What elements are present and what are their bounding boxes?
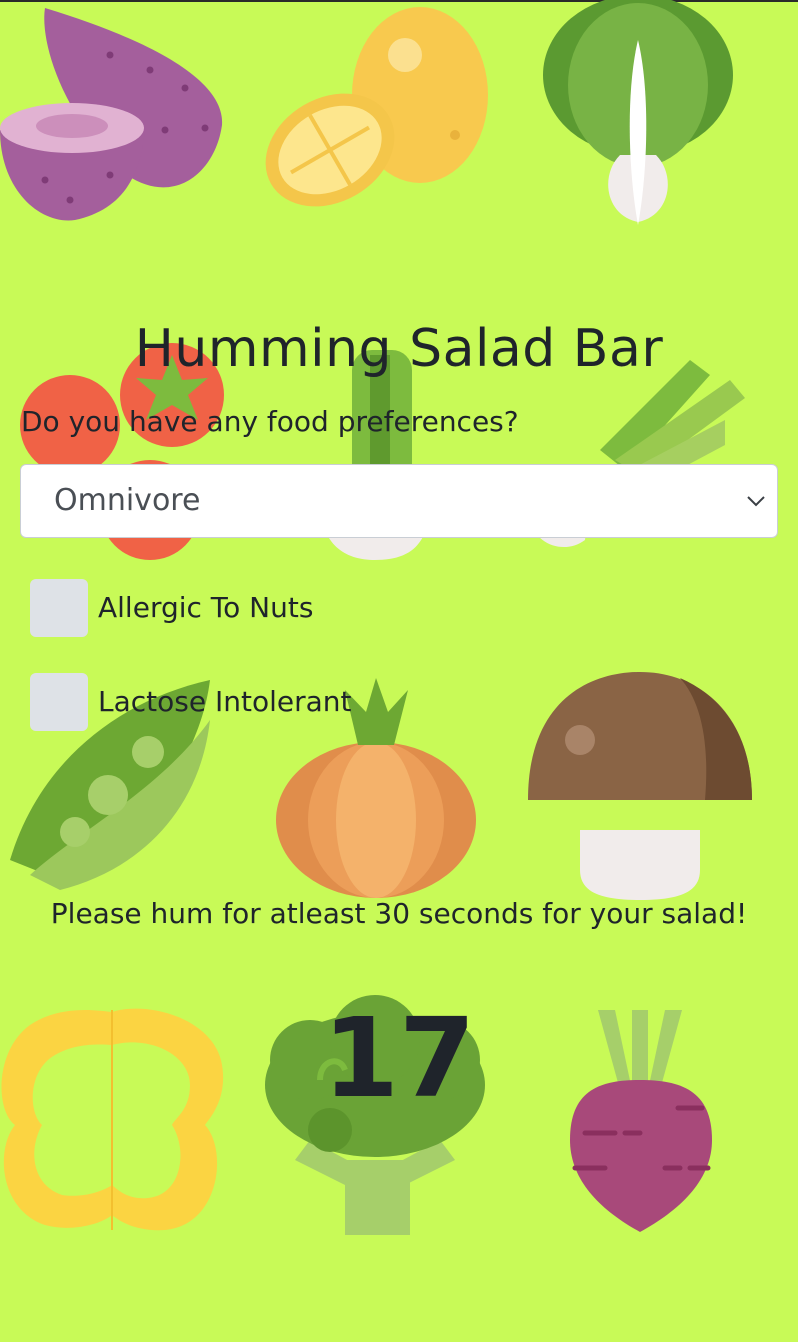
allergic-to-nuts-label[interactable]: Allergic To Nuts [98,588,313,628]
page-title: Humming Salad Bar [134,319,664,379]
hum-instruction: Please hum for atleast 30 seconds for yo… [50,897,748,930]
food-preference-select[interactable]: Omnivore [20,464,778,538]
allergic-to-nuts-checkbox[interactable] [30,579,88,637]
bok-choy-icon [543,0,733,225]
lemon-icon [265,7,488,207]
vegetable-background [0,0,752,1235]
sweet-potato-icon [0,8,223,221]
preference-question: Do you have any food preferences? [21,405,519,438]
hum-counter: 17 [322,994,476,1122]
lactose-intolerant-checkbox[interactable] [30,673,88,731]
lactose-intolerant-label[interactable]: Lactose Intolerant [98,682,352,722]
mushroom-icon [528,672,752,900]
food-preference-value: Omnivore [54,483,201,518]
chevron-down-icon [747,496,765,507]
